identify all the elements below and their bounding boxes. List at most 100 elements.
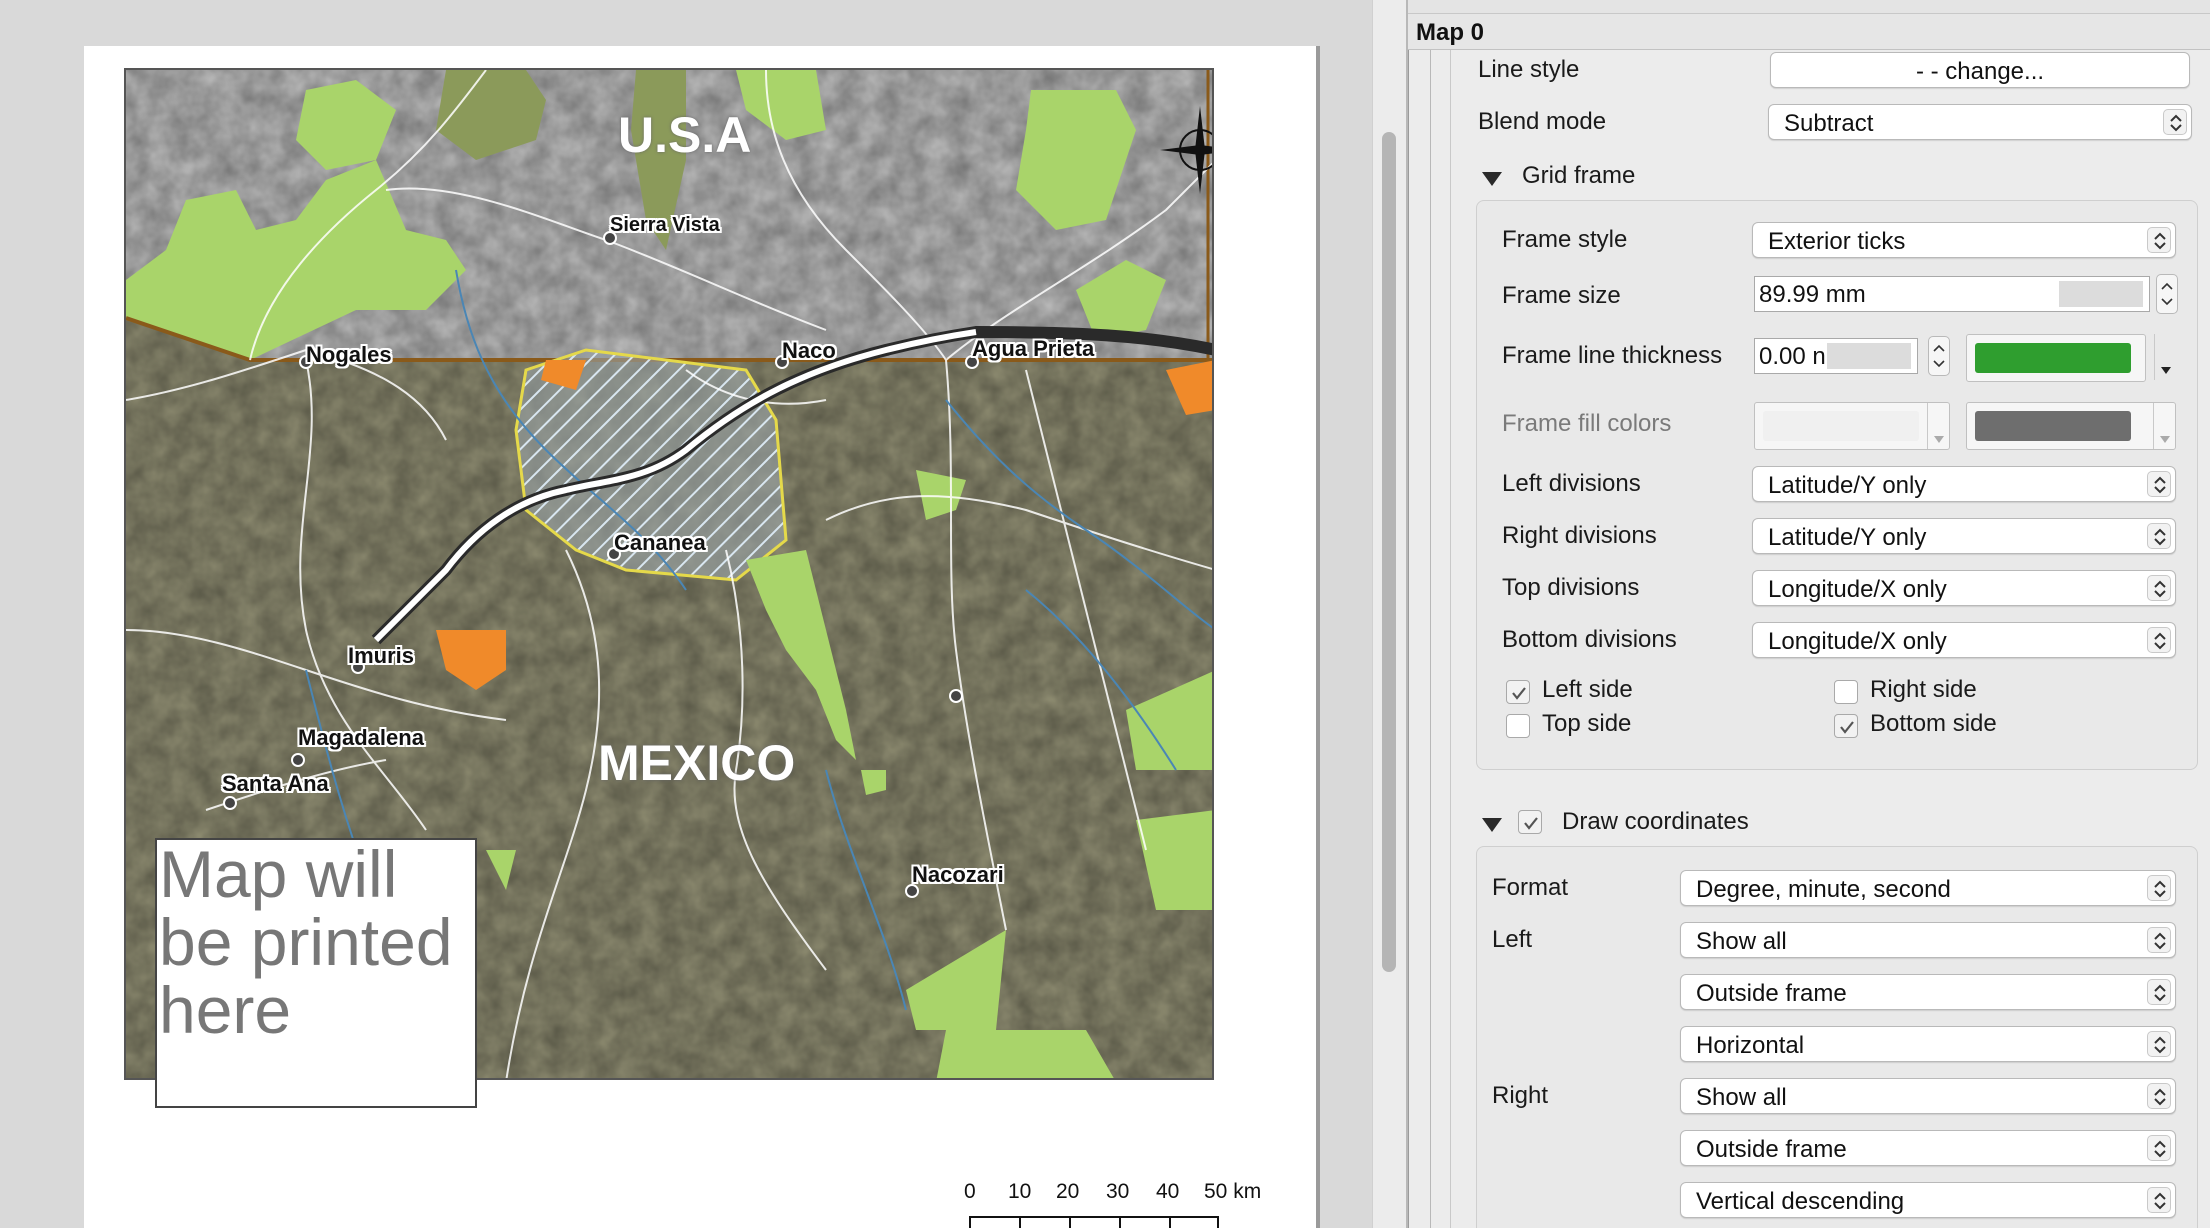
format-value: Degree, minute, second (1696, 876, 1951, 903)
right-side-checkbox[interactable] (1834, 680, 1858, 704)
place-label: Nacozari (912, 862, 1004, 887)
canvas-vertical-scrollbar[interactable] (1372, 0, 1406, 1228)
checkmark-icon (1840, 721, 1854, 734)
frame-size-value: 89.99 mm (1759, 281, 1866, 308)
chevron-updown-icon (2147, 875, 2171, 901)
place-label: Nogales (306, 342, 392, 367)
scale-tick-label: 20 (1056, 1180, 1080, 1203)
frame-style-label: Frame style (1502, 226, 1628, 253)
left-show-value: Show all (1696, 928, 1787, 955)
chevron-updown-icon (2147, 471, 2171, 497)
blend-mode-value: Subtract (1784, 110, 1874, 137)
place-label: Magadalena (298, 725, 424, 750)
collapse-triangle-icon[interactable] (1482, 818, 1502, 832)
chevron-updown-icon (2147, 523, 2171, 549)
right-direction-select[interactable]: Vertical descending (1680, 1182, 2176, 1218)
chevron-updown-icon (2147, 227, 2171, 253)
left-direction-select[interactable]: Horizontal (1680, 1026, 2176, 1062)
top-divisions-select[interactable]: Longitude/X only (1752, 570, 2176, 606)
frame-line-thickness-input[interactable]: 0.00 n (1754, 338, 1918, 374)
placeholder-line: Map will (159, 837, 398, 911)
format-label: Format (1492, 874, 1569, 901)
bottom-divisions-select[interactable]: Longitude/X only (1752, 622, 2176, 658)
scale-rule (969, 1216, 1219, 1228)
left-show-select[interactable]: Show all (1680, 922, 2176, 958)
grid-frame-section-title[interactable]: Grid frame (1522, 162, 1635, 190)
frame-line-thickness-label: Frame line thickness (1502, 342, 1723, 369)
place-label: Santa Ana (222, 771, 329, 796)
bottom-side-checkbox[interactable] (1834, 714, 1858, 738)
chevron-updown-icon (2147, 1031, 2171, 1057)
checkmark-icon (1512, 687, 1526, 700)
scale-tick-label: 40 (1156, 1180, 1180, 1203)
left-direction-value: Horizontal (1696, 1032, 1805, 1059)
frame-fill-colors-label: Frame fill colors (1502, 410, 1672, 437)
place-label: Agua Prieta (972, 336, 1095, 361)
chevron-updown-icon (2147, 1083, 2171, 1109)
top-side-checkbox[interactable] (1506, 714, 1530, 738)
frame-line-thickness-stepper[interactable] (1928, 336, 1950, 376)
scale-tick-label: 30 (1106, 1180, 1130, 1203)
chevron-updown-icon (2147, 575, 2171, 601)
left-position-value: Outside frame (1696, 980, 1847, 1007)
frame-size-stepper[interactable] (2156, 274, 2178, 314)
top-divisions-value: Longitude/X only (1768, 576, 1947, 603)
left-side-checkbox[interactable] (1506, 680, 1530, 704)
right-coordinates-label: Right (1492, 1082, 1549, 1109)
bottom-divisions-value: Longitude/X only (1768, 628, 1947, 655)
blend-mode-label: Blend mode (1478, 108, 1607, 135)
right-position-select[interactable]: Outside frame (1680, 1130, 2176, 1166)
left-divisions-label: Left divisions (1502, 470, 1641, 497)
color-swatch (1975, 411, 2131, 441)
frame-style-select[interactable]: Exterior ticks (1752, 222, 2176, 258)
placeholder-line: be printed (159, 905, 453, 979)
chevron-updown-icon (2163, 109, 2187, 135)
collapse-triangle-icon[interactable] (1482, 172, 1502, 186)
line-style-change-label: - - change... (1915, 58, 2045, 85)
right-side-label[interactable]: Right side (1870, 676, 1977, 704)
left-divisions-select[interactable]: Latitude/Y only (1752, 466, 2176, 502)
frame-line-thickness-value: 0.00 n (1759, 343, 1826, 370)
panel-title: Map 0 (1416, 19, 1485, 46)
color-swatch (1763, 411, 1919, 441)
chevron-updown-icon (2147, 627, 2171, 653)
right-direction-value: Vertical descending (1696, 1188, 1905, 1215)
layout-canvas[interactable]: U.S.A MEXICO Sierra Vista Nogales Naco A… (0, 0, 1372, 1228)
top-side-label[interactable]: Top side (1542, 710, 1631, 738)
chevron-updown-icon (2147, 979, 2171, 1005)
left-coordinates-label: Left (1492, 926, 1533, 953)
scrollbar-thumb[interactable] (1382, 132, 1396, 972)
right-divisions-label: Right divisions (1502, 522, 1657, 549)
place-label: Naco (782, 338, 836, 363)
dropdown-arrow-icon (2154, 334, 2176, 380)
line-style-label: Line style (1478, 56, 1580, 83)
dropdown-arrow-icon (1927, 403, 1949, 449)
frame-size-input[interactable]: 89.99 mm (1754, 276, 2150, 312)
right-divisions-select[interactable]: Latitude/Y only (1752, 518, 2176, 554)
frame-fill-color-2-button[interactable] (1966, 402, 2176, 450)
blend-mode-select[interactable]: Subtract (1768, 104, 2192, 140)
line-style-change-button[interactable]: - - change... (1770, 52, 2190, 88)
frame-line-color-dropdown[interactable] (1966, 334, 2176, 382)
draw-coordinates-checkbox[interactable] (1518, 810, 1542, 834)
bottom-side-label[interactable]: Bottom side (1870, 710, 1997, 738)
scale-tick-label: 0 (964, 1180, 976, 1203)
draw-coordinates-section-title[interactable]: Draw coordinates (1562, 808, 1749, 836)
right-position-value: Outside frame (1696, 1136, 1847, 1163)
frame-fill-color-1-button[interactable] (1754, 402, 1950, 450)
chevron-updown-icon (2147, 1187, 2171, 1213)
placeholder-line: here (159, 973, 292, 1047)
frame-style-value: Exterior ticks (1768, 228, 1906, 255)
country-label-usa: U.S.A (618, 107, 752, 163)
scale-tick-label: 10 (1008, 1180, 1032, 1203)
left-position-select[interactable]: Outside frame (1680, 974, 2176, 1010)
format-select[interactable]: Degree, minute, second (1680, 870, 2176, 906)
chevron-updown-icon (2147, 927, 2171, 953)
placeholder-text-box[interactable]: Map will be printed here (155, 838, 477, 1108)
left-side-label[interactable]: Left side (1542, 676, 1633, 704)
checkmark-icon (1524, 817, 1538, 830)
item-properties-panel: Map 0 Line style - - change... Blend mod… (1408, 0, 2210, 1228)
scale-bar[interactable]: 0 10 20 30 40 50 km (964, 1180, 1284, 1228)
right-show-select[interactable]: Show all (1680, 1078, 2176, 1114)
frame-size-label: Frame size (1502, 282, 1621, 309)
